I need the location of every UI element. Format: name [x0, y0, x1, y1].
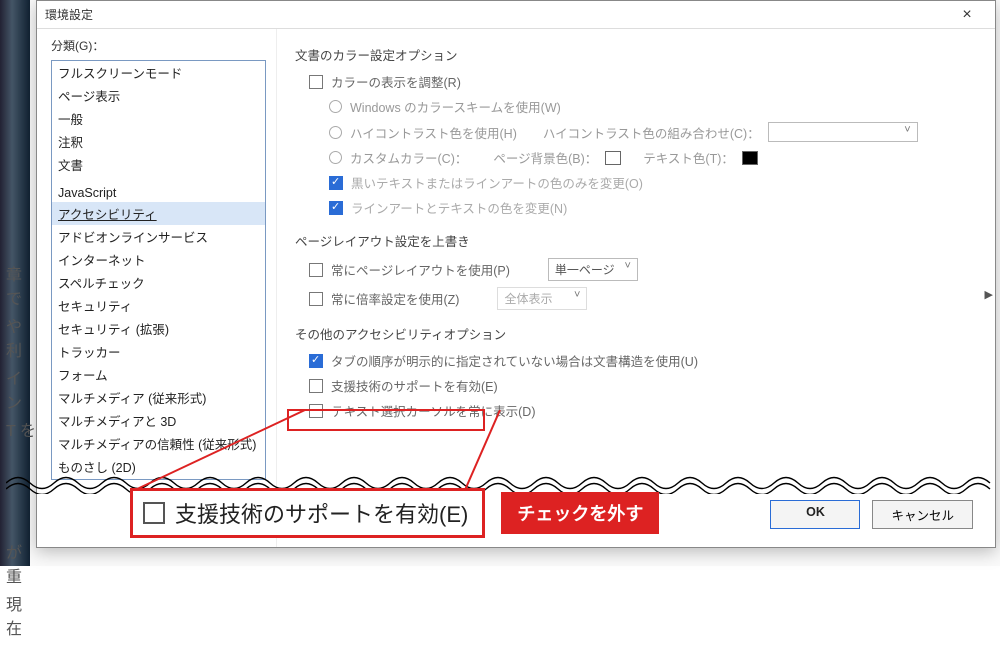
category-item[interactable]: マルチメディアと 3D	[52, 409, 265, 432]
category-item[interactable]: 一般	[52, 107, 265, 130]
radio-high-contrast[interactable]	[329, 126, 342, 139]
category-item[interactable]: マルチメディア (従来形式)	[52, 386, 265, 409]
close-button[interactable]: ×	[947, 6, 987, 24]
hc-combo-label: ハイコントラスト色の組み合わせ(C)：	[543, 123, 760, 142]
checkbox-label: カラーの表示を調整(R)	[331, 72, 461, 91]
dialog-buttons: OK キャンセル	[770, 500, 973, 529]
callout: 支援技術のサポートを有効(E) チェックを外す	[130, 488, 659, 538]
page-bg-label: ページ背景色(B)：	[493, 148, 597, 167]
category-item[interactable]: セキュリティ (拡張)	[52, 317, 265, 340]
scroll-indicator-icon: ▶	[985, 288, 993, 301]
category-item-selected[interactable]: アクセシビリティ	[52, 202, 265, 225]
checkbox-label: 支援技術のサポートを有効(E)	[331, 376, 498, 395]
dialog-title: 環境設定	[45, 6, 93, 23]
category-item[interactable]: アドビオンラインサービス	[52, 225, 265, 248]
hc-combo[interactable]	[768, 122, 918, 142]
category-item[interactable]: セキュリティ	[52, 294, 265, 317]
radio-windows-scheme[interactable]	[329, 100, 342, 113]
radio-label: Windows のカラースキームを使用(W)	[350, 97, 561, 116]
category-item[interactable]: ページ表示	[52, 84, 265, 107]
callout-text: 支援技術のサポートを有効(E)	[175, 497, 468, 529]
checkbox-assistive-support[interactable]	[309, 379, 323, 393]
checkbox-adjust-color[interactable]	[309, 75, 323, 89]
text-color-swatch[interactable]	[742, 151, 758, 165]
checkbox-always-layout[interactable]	[309, 263, 323, 277]
radio-label: ハイコントラスト色を使用(H)	[350, 123, 517, 142]
category-list[interactable]: フルスクリーンモード ページ表示 一般 注釈 文書 JavaScript アクセ…	[51, 60, 266, 480]
checkbox-always-zoom[interactable]	[309, 292, 323, 306]
category-item[interactable]: スペルチェック	[52, 271, 265, 294]
checkbox-label: テキスト選択カーソルを常に表示(D)	[331, 401, 535, 420]
section-layout-title: ページレイアウト設定を上書き	[295, 231, 977, 250]
radio-custom-color[interactable]	[329, 151, 342, 164]
ok-button[interactable]: OK	[770, 500, 860, 529]
category-item[interactable]: フルスクリーンモード	[52, 61, 265, 84]
category-label: 分類(G)：	[51, 37, 266, 54]
checkbox-label: 常に倍率設定を使用(Z)	[331, 289, 459, 308]
category-item[interactable]: 注釈	[52, 130, 265, 153]
section-other-title: その他のアクセシビリティオプション	[295, 324, 977, 343]
category-item[interactable]: インターネット	[52, 248, 265, 271]
category-item[interactable]: フォーム	[52, 363, 265, 386]
checkbox-label: 常にページレイアウトを使用(P)	[331, 260, 510, 279]
checkbox-label: ラインアートとテキストの色を変更(N)	[351, 198, 567, 217]
radio-label: カスタムカラー(C)：	[350, 148, 467, 167]
main-panel: 文書のカラー設定オプション カラーの表示を調整(R) Windows のカラース…	[277, 29, 995, 547]
background-text: 章 で や 利 イ ン T を が 重 現 在	[0, 260, 40, 646]
sidebar: 分類(G)： フルスクリーンモード ページ表示 一般 注釈 文書 JavaScr…	[37, 29, 277, 547]
callout-instruction: チェックを外す	[501, 492, 659, 534]
layout-combo[interactable]: 単一ページ	[548, 258, 638, 281]
section-color-title: 文書のカラー設定オプション	[295, 45, 977, 64]
category-item[interactable]: JavaScript	[52, 184, 265, 202]
checkbox-label: タブの順序が明示的に指定されていない場合は文書構造を使用(U)	[331, 351, 698, 370]
category-item[interactable]: 文書	[52, 153, 265, 176]
cancel-button[interactable]: キャンセル	[872, 500, 973, 529]
text-color-label: テキスト色(T)：	[643, 148, 734, 167]
preferences-dialog: 環境設定 × 分類(G)： フルスクリーンモード ページ表示 一般 注釈 文書 …	[36, 0, 996, 548]
zoom-combo[interactable]: 全体表示	[497, 287, 587, 310]
category-item[interactable]: トラッカー	[52, 340, 265, 363]
callout-zoom-box: 支援技術のサポートを有効(E)	[130, 488, 485, 538]
category-item[interactable]: マルチメディアの信頼性 (従来形式)	[52, 432, 265, 455]
callout-checkbox-icon	[143, 502, 165, 524]
page-bg-swatch[interactable]	[605, 151, 621, 165]
checkbox-lineart[interactable]	[329, 201, 343, 215]
checkbox-label: 黒いテキストまたはラインアートの色のみを変更(O)	[351, 173, 643, 192]
checkbox-cursor[interactable]	[309, 404, 323, 418]
checkbox-tab-order[interactable]	[309, 354, 323, 368]
checkbox-black-only[interactable]	[329, 176, 343, 190]
titlebar: 環境設定 ×	[37, 1, 995, 29]
